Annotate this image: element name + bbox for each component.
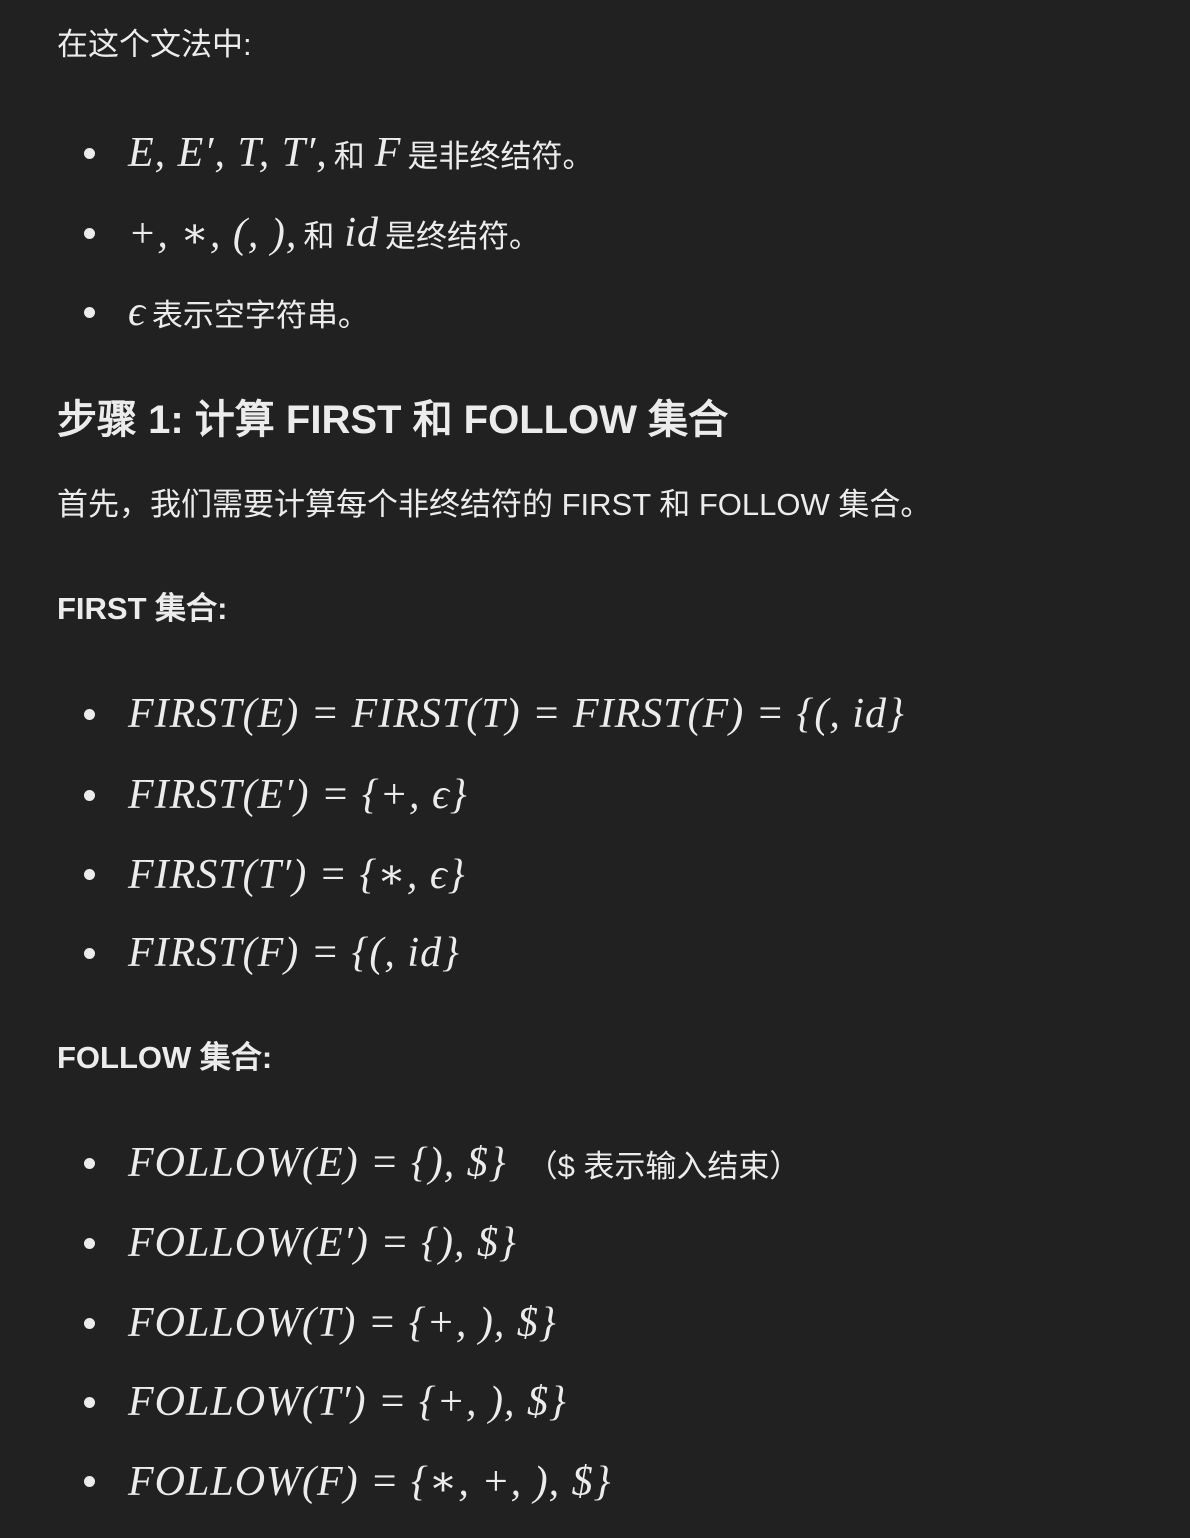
math: FIRST(F) = {(, id} xyxy=(128,930,460,976)
follow-heading: FOLLOW 集合: xyxy=(57,1040,273,1075)
text: 表示空字符串。 xyxy=(151,297,369,333)
text: 是非终结符。 xyxy=(407,138,594,174)
list-item: +, ∗, (, ), 和 id 是终结符。 xyxy=(84,208,540,258)
first-heading: FIRST 集合: xyxy=(57,591,228,626)
list-item: FOLLOW(T′) = {+, ), $} xyxy=(84,1377,567,1427)
math: id xyxy=(344,210,380,256)
math: FOLLOW(T) = {+, ), $} xyxy=(128,1300,557,1346)
list-item: FOLLOW(E) = {), $} （$ 表示输入结束） xyxy=(84,1138,800,1188)
list-item: FOLLOW(E′) = {), $} xyxy=(84,1218,517,1268)
math: E, E′, T, T′, xyxy=(128,130,328,176)
list-item: E, E′, T, T′, 和 F 是非终结符。 xyxy=(84,128,593,178)
bullet-icon xyxy=(84,227,95,239)
step-heading: 步骤 1: 计算 FIRST 和 FOLLOW 集合 xyxy=(57,398,729,442)
bullet-icon xyxy=(84,1396,95,1408)
list-item: FIRST(E) = FIRST(T) = FIRST(F) = {(, id} xyxy=(84,689,905,739)
text: 和 xyxy=(333,138,365,174)
list-item: FOLLOW(T) = {+, ), $} xyxy=(84,1298,557,1348)
math: FIRST(E) = FIRST(T) = FIRST(F) = {(, id} xyxy=(128,691,905,737)
bullet-icon xyxy=(84,1237,95,1249)
note: （$ 表示输入结束） xyxy=(526,1148,801,1184)
bullet-icon xyxy=(84,708,95,720)
text: 是终结符。 xyxy=(385,218,541,254)
list-item: FOLLOW(F) = {∗, +, ), $} xyxy=(84,1456,611,1506)
math: FOLLOW(F) = {∗, +, ), $} xyxy=(128,1459,612,1505)
text: 和 xyxy=(303,218,335,254)
bullet-icon xyxy=(84,1475,95,1487)
math: FOLLOW(E) = {), $} xyxy=(128,1140,507,1186)
math: ϵ xyxy=(128,289,146,335)
math: FIRST(T′) = {∗, ϵ} xyxy=(128,852,466,898)
math: FOLLOW(T′) = {+, ), $} xyxy=(128,1379,567,1425)
math: FIRST(E′) = {+, ϵ} xyxy=(128,772,468,818)
bullet-icon xyxy=(84,147,95,159)
step-text: 首先，我们需要计算每个非终结符的 FIRST 和 FOLLOW 集合。 xyxy=(57,487,932,522)
bullet-icon xyxy=(84,306,95,318)
math: FOLLOW(E′) = {), $} xyxy=(128,1220,517,1266)
bullet-icon xyxy=(84,789,95,801)
list-item: FIRST(E′) = {+, ϵ} xyxy=(84,770,468,820)
list-item: FIRST(F) = {(, id} xyxy=(84,928,460,978)
math: F xyxy=(374,130,402,176)
bullet-icon xyxy=(84,868,95,880)
list-item: FIRST(T′) = {∗, ϵ} xyxy=(84,849,466,899)
bullet-icon xyxy=(84,1157,95,1169)
intro-text: 在这个文法中: xyxy=(57,27,252,62)
math: +, ∗, (, ), xyxy=(128,211,298,257)
bullet-icon xyxy=(84,1317,95,1329)
list-item: ϵ 表示空字符串。 xyxy=(84,287,369,337)
bullet-icon xyxy=(84,947,95,959)
